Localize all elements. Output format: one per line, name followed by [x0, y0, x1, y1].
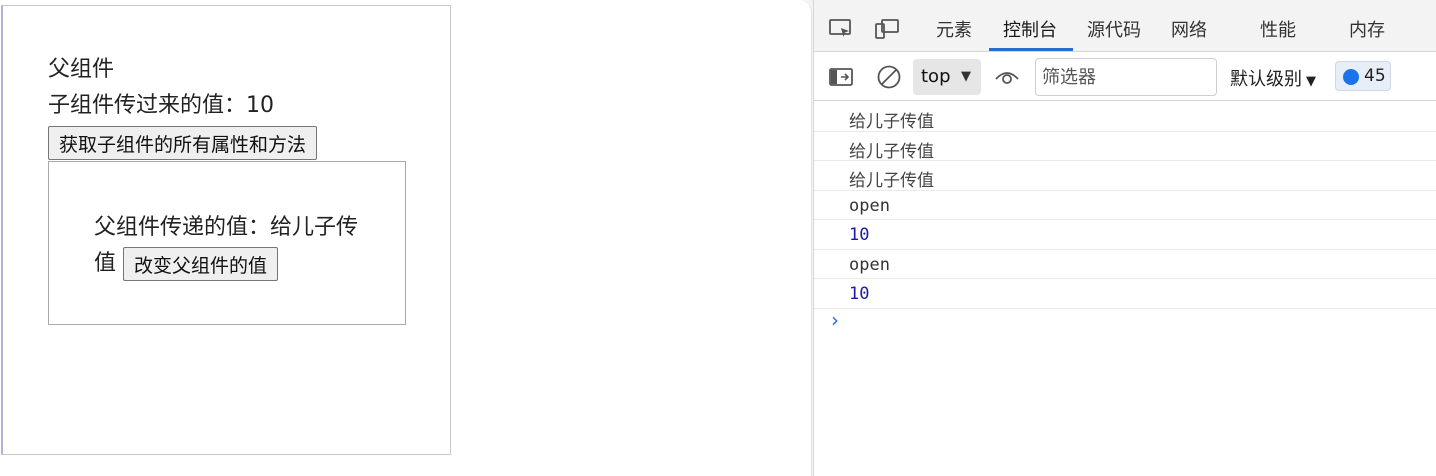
caret-down-icon: ▼: [1306, 74, 1316, 89]
console-row: open: [814, 191, 1436, 220]
tab-memory[interactable]: 内存: [1349, 16, 1385, 42]
context-label: top: [921, 66, 951, 87]
issues-badge[interactable]: 45: [1335, 61, 1391, 91]
console-row: 给儿子传值: [814, 132, 1436, 162]
tab-sources[interactable]: 源代码: [1087, 16, 1141, 42]
parent-title: 父组件: [48, 57, 115, 82]
sidebar-toggle-icon[interactable]: [828, 66, 854, 88]
devtools-tabbar: 元素 控制台 源代码 网络 性能 内存: [814, 0, 1436, 52]
child-value: 10: [246, 93, 275, 118]
child-content: 父组件传递的值：给儿子传值 改变父组件的值: [94, 210, 364, 282]
live-expression-eye-icon[interactable]: [994, 67, 1020, 87]
parent-component: 父组件 子组件传过来的值：10 获取子组件的所有属性和方法 父组件传递的值：给儿…: [1, 5, 451, 455]
console-toolbar: top ▼ 默认级别 ▼ 45: [814, 53, 1436, 101]
child-value-line: 子组件传过来的值：10: [48, 92, 274, 120]
console-row: 10: [814, 220, 1436, 250]
tab-performance[interactable]: 性能: [1260, 16, 1296, 42]
console-message: 给儿子传值: [849, 171, 934, 191]
console-row: 给儿子传值: [814, 102, 1436, 132]
issues-count: 45: [1364, 66, 1386, 86]
console-row: open: [814, 250, 1436, 279]
device-toolbar-icon[interactable]: [874, 18, 900, 40]
console-message: 给儿子传值: [849, 141, 934, 162]
change-parent-value-button[interactable]: 改变父组件的值: [123, 247, 279, 281]
console-messages: 给儿子传值 给儿子传值 给儿子传值 open 10 open 10: [814, 102, 1436, 309]
clear-console-icon[interactable]: [876, 64, 902, 90]
log-level-select[interactable]: 默认级别 ▼: [1230, 65, 1316, 91]
console-message: 给儿子传值: [849, 112, 934, 132]
console-row: 10: [814, 279, 1436, 309]
console-filter-input[interactable]: [1035, 58, 1217, 96]
child-value-label: 子组件传过来的值：: [48, 93, 247, 118]
log-level-label: 默认级别: [1230, 69, 1302, 90]
tab-console[interactable]: 控制台: [1003, 16, 1057, 42]
console-prompt-icon[interactable]: ›: [831, 308, 839, 332]
console-message: 10: [849, 225, 870, 245]
console-message: 10: [849, 284, 870, 304]
tab-elements[interactable]: 元素: [936, 16, 972, 42]
caret-down-icon: ▼: [961, 69, 971, 84]
tab-network[interactable]: 网络: [1171, 16, 1207, 42]
devtools-panel: 元素 控制台 源代码 网络 性能 内存 top ▼ 默认级别 ▼: [813, 0, 1436, 476]
active-tab-indicator: [989, 48, 1073, 51]
inspect-element-icon[interactable]: [828, 18, 854, 40]
issue-message-icon: [1343, 69, 1359, 85]
child-component: 父组件传递的值：给儿子传值 改变父组件的值: [48, 161, 406, 325]
get-child-props-button[interactable]: 获取子组件的所有属性和方法: [48, 126, 318, 160]
console-message: open: [849, 254, 890, 275]
context-select[interactable]: top ▼: [913, 59, 981, 95]
console-row: 给儿子传值: [814, 161, 1436, 191]
console-message: open: [849, 195, 890, 216]
parent-value-label: 父组件传递的值：: [94, 215, 271, 240]
page-viewport: 父组件 子组件传过来的值：10 获取子组件的所有属性和方法 父组件传递的值：给儿…: [0, 0, 812, 476]
